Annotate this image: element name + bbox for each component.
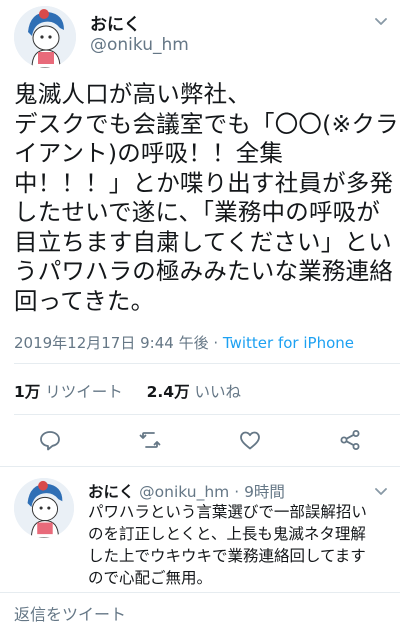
tweet-timestamp[interactable]: 2019年12月17日 9:44 午後	[14, 334, 209, 352]
tweet-source-link[interactable]: Twitter for iPhone	[223, 334, 354, 352]
avatar[interactable]	[14, 6, 76, 68]
reply-handle[interactable]: @oniku_hm	[139, 483, 229, 501]
reply-time[interactable]: 9時間	[244, 483, 285, 501]
meta-separator: ·	[213, 334, 219, 352]
avatar-illustration	[14, 6, 76, 68]
share-icon[interactable]	[338, 428, 362, 452]
retweets-count: 1万	[14, 383, 41, 401]
divider	[14, 363, 400, 364]
tweet-text-line: うパワハラの極みみたいな業務連絡	[14, 257, 393, 285]
tweet-text-line: 回ってきた。	[14, 286, 155, 315]
divider	[0, 592, 400, 593]
reply-text: パワハラという言葉選びで一部誤解招い のを訂正しとくと、上長も鬼滅ネタ理解 した…	[88, 501, 367, 589]
chevron-down-icon[interactable]	[372, 12, 390, 30]
reply-chevron-down-icon[interactable]	[372, 482, 390, 500]
reply-composer-input[interactable]: 返信をツイート	[14, 602, 386, 628]
reply-text-line: パワハラという言葉選びで一部誤解招い	[88, 503, 367, 521]
reply-header: おにく @oniku_hm · 9時間	[88, 480, 285, 502]
reply-text-line: した上でウキウキで業務連絡回してます	[88, 547, 366, 565]
divider	[0, 466, 400, 467]
reply-separator: ·	[234, 483, 240, 501]
display-name[interactable]: おにく	[90, 10, 141, 35]
tweet-stats: 1万 リツイート 2.4万 いいね	[14, 380, 241, 402]
avatar-illustration	[14, 478, 74, 538]
reply-icon[interactable]	[38, 428, 62, 452]
like-icon[interactable]	[238, 428, 262, 452]
user-handle[interactable]: @oniku_hm	[90, 35, 189, 55]
likes-label: いいね	[194, 383, 242, 401]
tweet-text-line: 中！！！」とか喋り出す社員が多発	[14, 168, 394, 197]
likes-count: 2.4万	[146, 383, 190, 401]
reply-text-line: のを訂正しとくと、上長も鬼滅ネタ理解	[88, 525, 366, 543]
tweet-text-line: イアント)の呼吸！！全集	[14, 139, 284, 167]
reply-display-name[interactable]: おにく	[88, 483, 134, 501]
retweet-icon[interactable]	[138, 428, 162, 452]
tweet-text-line: 鬼滅人口が高い弊社、	[14, 80, 251, 108]
reply-text-line: ので心配ご無用。	[88, 569, 213, 587]
tweet-text-line: したせいで遂に、「業務中の呼吸が	[14, 198, 381, 226]
retweets-label: リツイート	[45, 383, 123, 401]
retweets-stat[interactable]: 1万 リツイート	[14, 383, 128, 401]
tweet-meta: 2019年12月17日 9:44 午後 · Twitter for iPhone	[14, 332, 354, 353]
tweet-text-line: デスクでも会議室でも「〇〇(※クラ	[14, 109, 399, 138]
reply-avatar[interactable]	[14, 478, 74, 538]
likes-stat[interactable]: 2.4万 いいね	[147, 383, 241, 401]
tweet-text: 鬼滅人口が高い弊社、 デスクでも会議室でも「〇〇(※クラ イアント)の呼吸！！全…	[14, 80, 399, 316]
divider	[14, 414, 400, 415]
tweet-text-line: 目立ちます自粛してください」とい	[14, 227, 392, 256]
